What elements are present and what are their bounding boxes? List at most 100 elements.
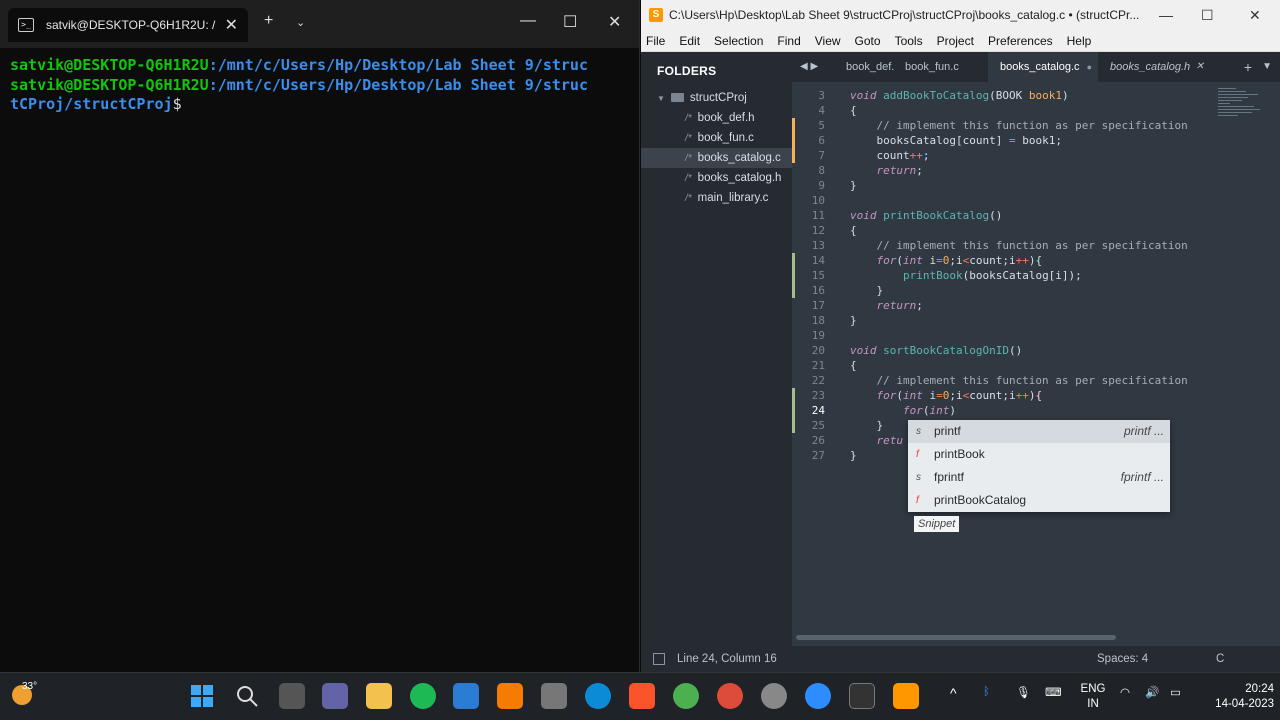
microphone-icon[interactable]: 🎙 (1016, 685, 1031, 699)
menu-item-help[interactable]: Help (1067, 34, 1099, 48)
tab-list-chevron-icon[interactable]: ▼ (1262, 52, 1272, 82)
zoom-icon[interactable] (805, 683, 831, 709)
code-line[interactable]: 20 void sortBookCatalogOnID() (792, 343, 1280, 358)
horizontal-scrollbar[interactable] (796, 635, 1116, 640)
code-line[interactable]: 18} (792, 313, 1280, 328)
menu-item-selection[interactable]: Selection (714, 34, 770, 48)
vscode-icon[interactable] (453, 683, 479, 709)
maximize-icon[interactable]: ☐ (563, 12, 577, 32)
sidebar-toggle-icon[interactable] (653, 653, 665, 665)
syntax-setting[interactable]: C (1216, 646, 1224, 672)
autocomplete-item[interactable]: f printBookCatalog (908, 489, 1170, 512)
code-line[interactable]: 19 (792, 328, 1280, 343)
code-line[interactable]: 16 } (792, 283, 1280, 298)
language-indicator[interactable]: ENG IN (1076, 682, 1110, 712)
menu-item-project[interactable]: Project (937, 34, 981, 48)
snipping-tool-icon[interactable] (541, 683, 567, 709)
close-window-icon[interactable]: ✕ (1249, 7, 1261, 24)
close-window-icon[interactable]: ✕ (608, 12, 621, 32)
code-line[interactable]: 7 count++; (792, 148, 1280, 163)
code-line[interactable]: 17 return; (792, 298, 1280, 313)
code-line[interactable]: 24 for(int) (792, 403, 1280, 418)
code-line[interactable]: 3 void addBookToCatalog(BOOK book1) (792, 88, 1280, 103)
chrome-icon[interactable] (717, 683, 743, 709)
tab-nav-arrows-icon[interactable]: ◀ ▶ (800, 52, 818, 82)
code-text: for(int) (850, 403, 956, 418)
task-view-icon[interactable] (279, 683, 305, 709)
indentation-setting[interactable]: Spaces: 4 (1097, 646, 1148, 672)
weather-temp[interactable]: 33° (22, 681, 37, 692)
code-line[interactable]: 13 // implement this function as per spe… (792, 238, 1280, 253)
sublime-window[interactable]: S C:\Users\Hp\Desktop\Lab Sheet 9\struct… (641, 0, 1280, 672)
edge-icon[interactable] (585, 683, 611, 709)
chrome-green-icon[interactable] (673, 683, 699, 709)
minimize-icon[interactable]: — (520, 12, 536, 30)
keyboard-icon[interactable]: ⌨ (1045, 685, 1062, 699)
wifi-icon[interactable]: ◠ (1120, 685, 1130, 699)
windows-start-icon[interactable] (189, 683, 215, 709)
tab-books_catalog-c[interactable]: books_catalog.c ● (988, 52, 1098, 82)
terminal-window[interactable]: >_ satvik@DESKTOP-Q6H1R2U: / ✕ + ⌄ — ☐ ✕… (0, 0, 640, 672)
terminal-tab[interactable]: >_ satvik@DESKTOP-Q6H1R2U: / ✕ (8, 8, 248, 42)
clock[interactable]: 20:24 14-04-2023 (1194, 682, 1274, 712)
code-line[interactable]: 8 return; (792, 163, 1280, 178)
autocomplete-item[interactable]: f printBook (908, 443, 1170, 466)
search-icon[interactable] (234, 683, 260, 709)
code-line[interactable]: 11 void printBookCatalog() (792, 208, 1280, 223)
code-line[interactable]: 21 { (792, 358, 1280, 373)
new-tab-icon[interactable]: + (1244, 52, 1252, 82)
sidebar-folder[interactable]: ▼ structCProj (641, 88, 792, 108)
code-line[interactable]: 14 for(int i=0;i<count;i++){ (792, 253, 1280, 268)
close-tab-icon[interactable]: ✕ (1196, 52, 1204, 82)
tab-book_def-h[interactable]: book_def.h (838, 52, 894, 82)
code-editor[interactable]: 3 void addBookToCatalog(BOOK book1) 4{5 //… (792, 88, 1280, 626)
code-line[interactable]: 5 // implement this function as per spec… (792, 118, 1280, 133)
menu-item-tools[interactable]: Tools (895, 34, 930, 48)
code-line[interactable]: 15 printBook(booksCatalog[i]); (792, 268, 1280, 283)
tab-book_fun-c[interactable]: book_fun.c (897, 52, 987, 82)
menu-item-view[interactable]: View (815, 34, 848, 48)
code-line[interactable]: 9} (792, 178, 1280, 193)
file-explorer-icon[interactable] (366, 683, 392, 709)
battery-icon[interactable]: ▭ (1170, 685, 1181, 699)
sidebar-file-item[interactable]: /* books_catalog.c (641, 148, 792, 168)
tab-books_catalog-h[interactable]: books_catalog.h ✕ (1102, 52, 1206, 82)
chevron-up-icon[interactable]: ^ (950, 685, 957, 701)
editor-pane[interactable]: ◀ ▶ book_def.h book_fun.c books_catalog.c ●… (792, 52, 1280, 646)
new-tab-icon[interactable]: + (264, 12, 273, 30)
sidebar-file-item[interactable]: /* main_library.c (641, 188, 792, 208)
teams-icon[interactable] (322, 683, 348, 709)
sidebar-file-item[interactable]: /* books_catalog.h (641, 168, 792, 188)
autocomplete-item[interactable]: s printf printf ... (908, 420, 1170, 443)
code-line[interactable]: 22 // implement this function as per spe… (792, 373, 1280, 388)
vlc-icon[interactable] (497, 683, 523, 709)
chevron-down-icon[interactable]: ⌄ (296, 16, 305, 29)
bluetooth-icon[interactable]: ᛒ (983, 686, 990, 698)
maximize-icon[interactable]: ☐ (1201, 7, 1214, 24)
menu-item-preferences[interactable]: Preferences (988, 34, 1060, 48)
code-line[interactable]: 6 booksCatalog[count] = book1; (792, 133, 1280, 148)
volume-icon[interactable]: 🔊 (1145, 685, 1159, 699)
sidebar-file-item[interactable]: /* book_def.h (641, 108, 792, 128)
terminal-app-icon[interactable] (849, 683, 875, 709)
autocomplete-item[interactable]: s fprintf fprintf ... (908, 466, 1170, 489)
code-line[interactable]: 4{ (792, 103, 1280, 118)
settings-gear-icon[interactable] (761, 683, 787, 709)
sidebar-file-item[interactable]: /* book_fun.c (641, 128, 792, 148)
code-line[interactable]: 23 for(int i=0;i<count;i++){ (792, 388, 1280, 403)
code-line[interactable]: 12 { (792, 223, 1280, 238)
sublime-app-icon[interactable] (893, 683, 919, 709)
code-line[interactable]: 10 (792, 193, 1280, 208)
menu-item-edit[interactable]: Edit (679, 34, 707, 48)
menu-item-file[interactable]: File (646, 34, 672, 48)
autocomplete-popup[interactable]: s printf printf ... f printBook s fprintf fprin… (908, 420, 1170, 512)
unsaved-dot-icon[interactable]: ● (1087, 52, 1092, 82)
brave-icon[interactable] (629, 683, 655, 709)
close-tab-icon[interactable]: ✕ (225, 15, 238, 35)
menu-item-find[interactable]: Find (777, 34, 807, 48)
terminal-output[interactable]: satvik@DESKTOP-Q6H1R2U:/mnt/c/Users/Hp/D… (0, 48, 639, 123)
minimap[interactable] (1218, 88, 1276, 148)
minimize-icon[interactable]: — (1159, 7, 1173, 23)
spotify-icon[interactable] (410, 683, 436, 709)
menu-item-goto[interactable]: Goto (855, 34, 888, 48)
